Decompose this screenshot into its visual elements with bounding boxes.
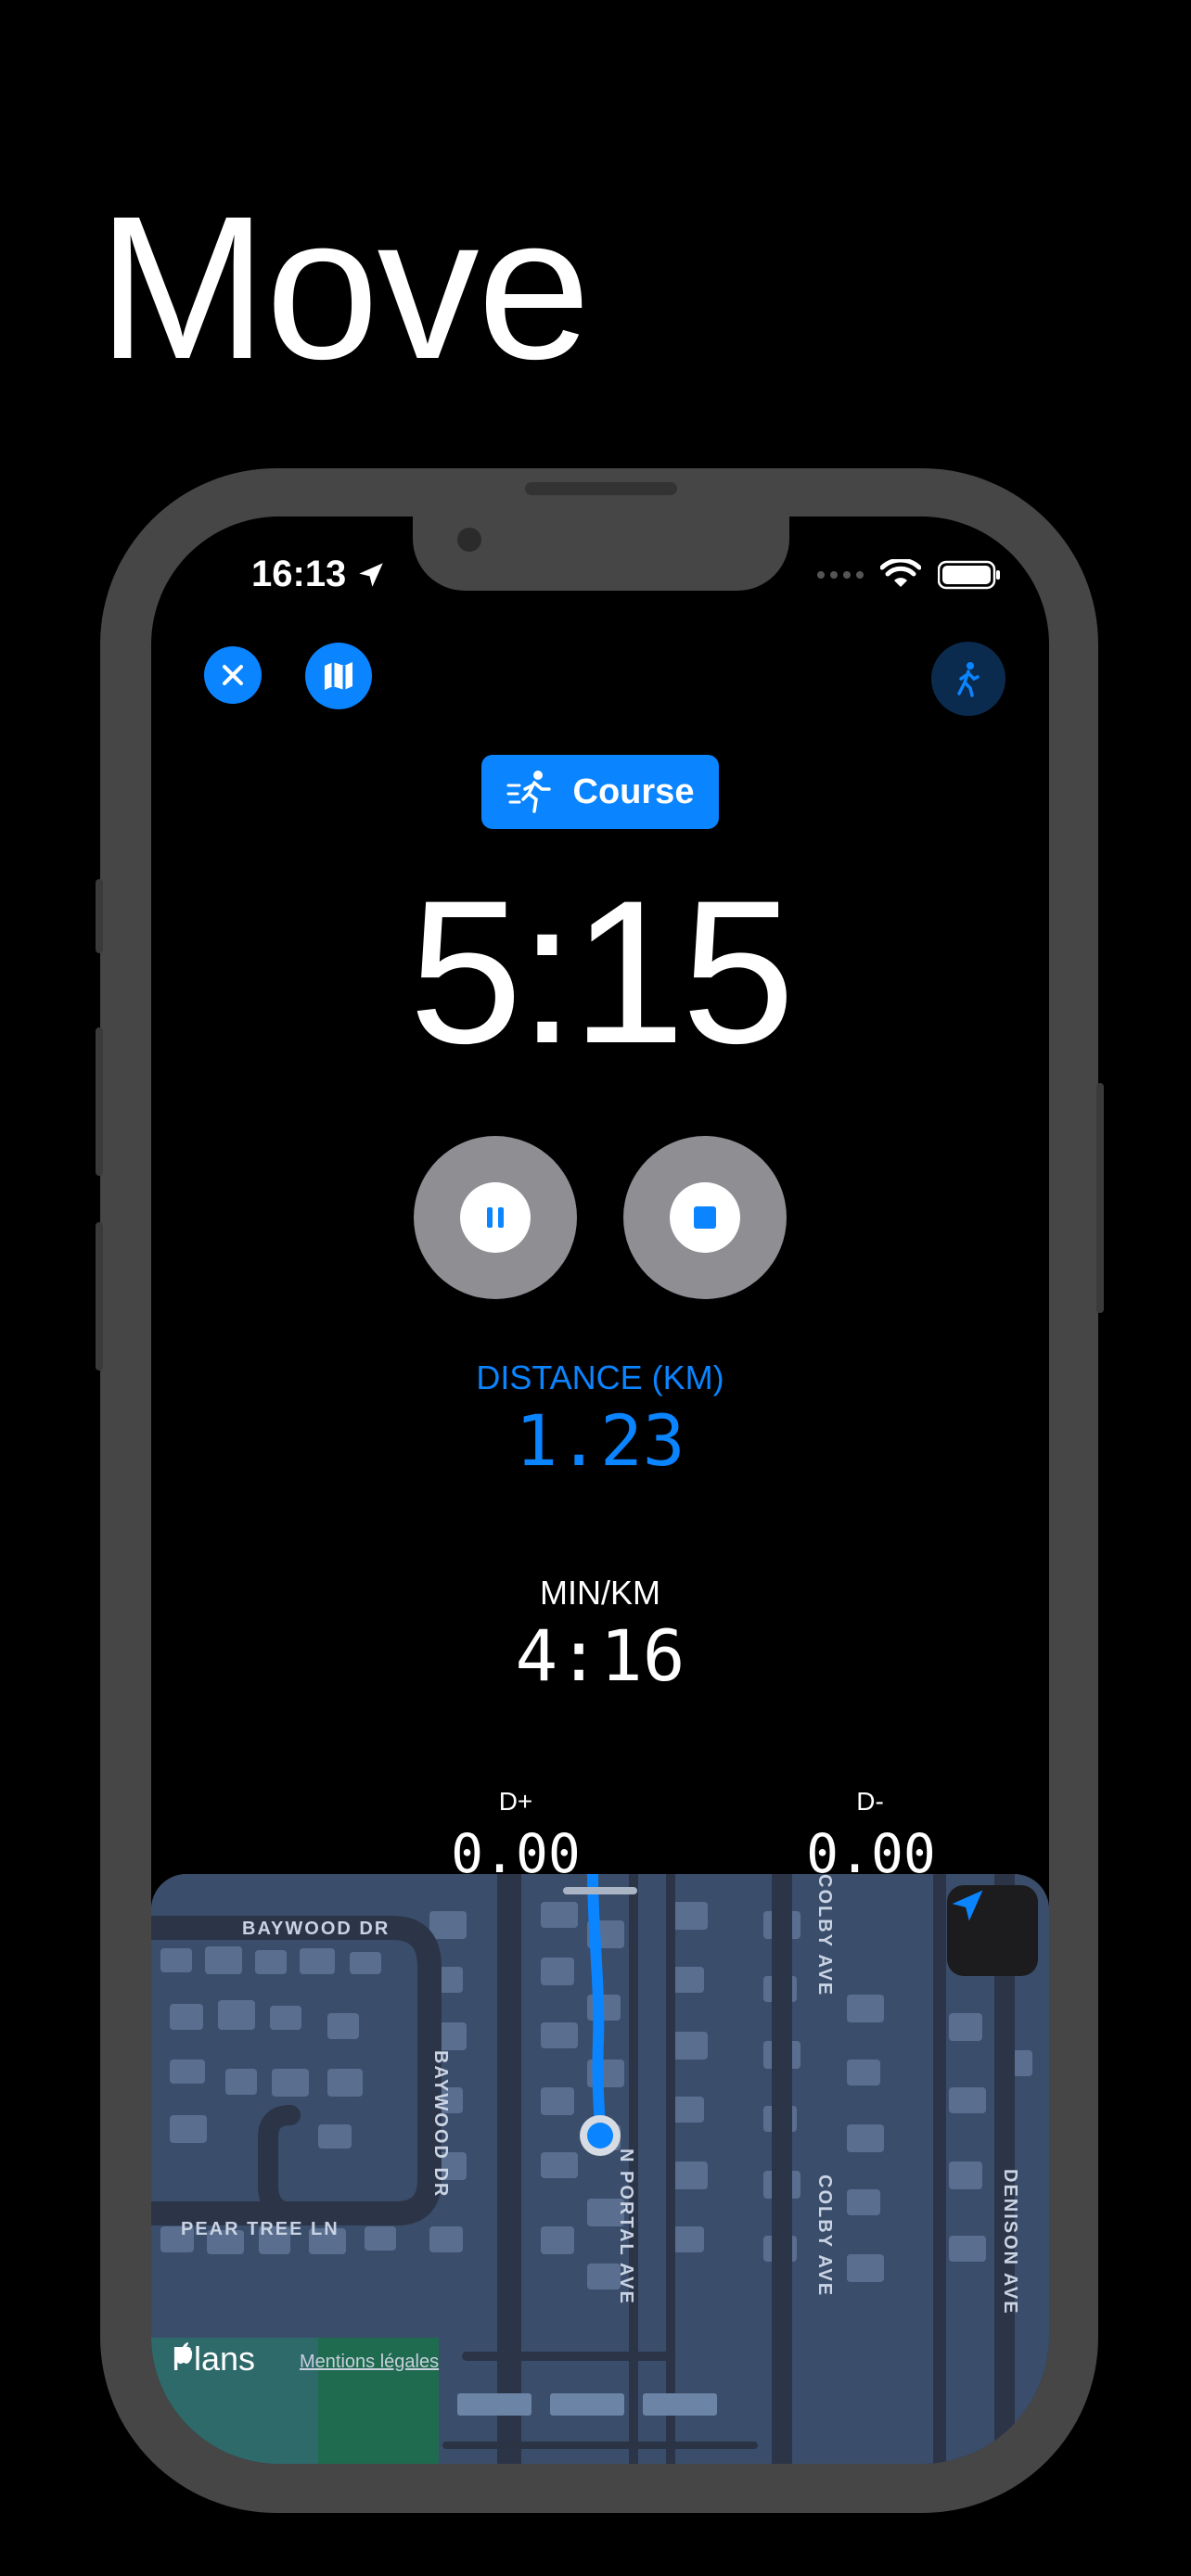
street-label: COLBY AVE <box>814 2174 835 2298</box>
stop-icon <box>694 1206 716 1229</box>
distance-label: DISTANCE (KM) <box>476 1358 724 1396</box>
volume-up-button <box>96 1027 103 1176</box>
camera-icon <box>457 528 481 552</box>
location-arrow-icon <box>359 562 384 587</box>
wifi-icon <box>880 559 921 587</box>
walking-figure-icon <box>957 662 980 697</box>
distance-value: 1.23 <box>515 1399 685 1482</box>
street-label: DENISON AVE <box>1000 2169 1020 2315</box>
sheet-grabber[interactable] <box>563 1887 637 1894</box>
promo-title: Move <box>97 173 591 402</box>
mute-switch <box>96 879 103 953</box>
pause-button[interactable] <box>414 1136 577 1299</box>
battery-icon <box>938 560 1000 590</box>
recenter-button[interactable] <box>947 1885 1038 1976</box>
legal-notices-link[interactable]: Mentions légales <box>300 2352 439 2373</box>
home-indicator[interactable] <box>442 2442 758 2449</box>
current-location-marker <box>580 2115 621 2156</box>
activity-mode-badge[interactable]: Course <box>481 755 719 829</box>
street-label: COLBY AVE <box>814 1874 835 1997</box>
status-time-label: 16:13 <box>251 554 347 594</box>
stop-button[interactable] <box>623 1136 787 1299</box>
cellular-signal-icon <box>817 571 864 579</box>
status-bar-indicators <box>817 559 1001 591</box>
apple-logo-icon <box>174 2342 192 2365</box>
maps-attribution: Plans <box>172 2340 255 2378</box>
location-arrow-icon <box>952 1890 983 1921</box>
activity-type-button[interactable] <box>931 642 1005 716</box>
close-button[interactable] <box>204 646 262 704</box>
map-tiles <box>151 1874 1049 2464</box>
power-button <box>1096 1083 1104 1313</box>
elapsed-time: 5:15 <box>408 858 795 1086</box>
earpiece <box>525 482 677 495</box>
elevation-gain-label: D+ <box>498 1787 533 1816</box>
pace-value: 4:16 <box>515 1614 685 1697</box>
map-button[interactable] <box>305 643 372 709</box>
street-label: BAYWOOD DR <box>430 2050 451 2199</box>
notch <box>413 516 789 591</box>
pause-icon <box>487 1207 504 1228</box>
volume-down-button <box>96 1222 103 1371</box>
street-label: N PORTAL AVE <box>616 2149 636 2305</box>
phone-screen: 16:13 Course 5:15 DISTANCE (KM) 1.23 MIN… <box>151 516 1049 2464</box>
activity-mode-label: Course <box>572 772 695 811</box>
map-icon <box>325 662 352 690</box>
street-label: BAYWOOD DR <box>242 1919 391 1939</box>
running-icon <box>506 771 551 813</box>
status-bar-time: 16:13 <box>251 554 387 595</box>
pace-label: MIN/KM <box>540 1574 660 1612</box>
close-icon <box>223 665 243 685</box>
route-map[interactable]: BAYWOOD DR BAYWOOD DR PEAR TREE LN N POR… <box>151 1874 1049 2464</box>
elevation-loss-label: D- <box>856 1787 884 1816</box>
street-label: PEAR TREE LN <box>181 2219 339 2239</box>
